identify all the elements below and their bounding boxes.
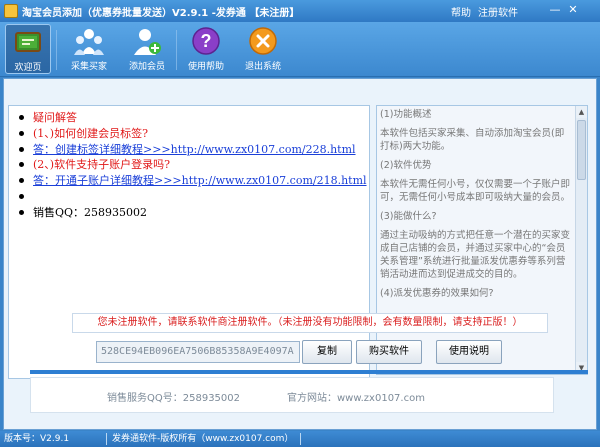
copy-button[interactable]: 复制 — [302, 340, 352, 364]
contact-info: 销售服务QQ号：258935002 官方网站：www.zx0107.com — [30, 377, 554, 413]
toolbar-exit-button[interactable]: 退出系统 — [240, 24, 286, 74]
status-divider — [300, 433, 301, 445]
register-notice: 您未注册软件，请联系软件商注册软件。（未注册没有功能限制，会有数量限制，请支持正… — [72, 313, 548, 333]
toolbar-collect-buyers-button[interactable]: 采集买家 — [64, 24, 114, 74]
close-window-icon[interactable]: ✕ — [566, 3, 580, 17]
faq-heading: 疑问解答 — [17, 110, 369, 126]
faq-empty-item — [17, 189, 369, 205]
intro-paragraph: (1)功能概述 — [380, 109, 432, 120]
toolbar-label: 退出系统 — [244, 62, 281, 72]
divider-bar — [30, 370, 588, 374]
machine-code-field[interactable]: 528CE94EB096EA7506B85358A9E4097A — [96, 341, 300, 363]
intro-paragraph: (2)软件优势 — [380, 160, 432, 171]
menu-help[interactable]: 帮助 — [451, 4, 471, 19]
home-board-icon — [15, 32, 41, 52]
intro-paragraph: (3)能做什么? — [380, 211, 437, 222]
faq-sales-qq: 销售QQ：258935002 — [17, 205, 369, 221]
toolbar: 欢迎页 采集买家 添加会员 ? 使用帮助 退出系统 — [0, 22, 600, 77]
copyright-text: 发券通软件-版权所有（www.zx0107.com） — [112, 434, 294, 444]
toolbar-label: 使用帮助 — [187, 62, 224, 72]
add-user-icon — [134, 29, 161, 55]
faq-list: 疑问解答 (1、)如何创建会员标签? 答：创建标签详细教程>>>http://w… — [9, 106, 369, 221]
menu-register[interactable]: 注册软件 — [478, 4, 518, 19]
website-text: 官方网站：www.zx0107.com — [287, 393, 425, 404]
version-text: 版本号：V2.9.1 — [4, 434, 70, 444]
svg-text:?: ? — [201, 31, 212, 51]
help-question-icon: ? — [192, 27, 220, 55]
sales-qq-text: 销售服务QQ号：258935002 — [107, 393, 241, 404]
intro-paragraph: 本软件包括买家采集、自动添加淘宝会员(即打标)两大功能。 — [380, 128, 565, 152]
toolbar-divider — [56, 30, 57, 70]
title-bar: 淘宝会员添加（优惠券批量发送）V2.9.1 -发券通 【未注册】 帮助 注册软件… — [0, 0, 600, 22]
toolbar-welcome-button[interactable]: 欢迎页 — [5, 24, 51, 74]
status-bar: 版本号：V2.9.1 发券通软件-版权所有（www.zx0107.com） — [0, 431, 600, 447]
intro-textbox[interactable]: (1)功能概述 本软件包括买家采集、自动添加淘宝会员(即打标)两大功能。 (2)… — [376, 105, 588, 375]
scroll-thumb[interactable] — [577, 120, 586, 180]
exit-icon — [249, 27, 277, 55]
buy-software-button[interactable]: 购买软件 — [356, 340, 422, 364]
faq-answer-link[interactable]: 答：开通子账户详细教程>>>http://www.zx0107.com/218.… — [17, 173, 369, 189]
window-title: 淘宝会员添加（优惠券批量发送）V2.9.1 -发券通 【未注册】 — [22, 8, 300, 19]
users-icon — [74, 29, 104, 55]
intro-paragraph: 本软件无需任何小号，仅仅需要一个子账户即可，无需任何小号成本即可吸纳大量的会员。 — [380, 179, 571, 203]
intro-paragraph: (4)派发优惠券的效果如何? — [380, 288, 494, 299]
intro-paragraph: 通过主动吸纳的方式把任意一个潜在的买家变成自己店铺的会员，并通过买家中心的“会员… — [380, 230, 571, 280]
status-divider — [106, 433, 107, 445]
faq-panel: 疑问解答 (1、)如何创建会员标签? 答：创建标签详细教程>>>http://w… — [8, 105, 370, 379]
faq-answer-link[interactable]: 答：创建标签详细教程>>>http://www.zx0107.com/228.h… — [17, 142, 369, 158]
scroll-up-icon[interactable]: ▲ — [576, 106, 587, 118]
minimize-icon[interactable]: — — [548, 3, 562, 17]
app-icon — [4, 4, 18, 18]
faq-question: (2、)软件支持子账户登录吗? — [17, 157, 369, 173]
toolbar-divider — [176, 30, 177, 70]
toolbar-add-member-button[interactable]: 添加会员 — [124, 24, 170, 74]
faq-question: (1、)如何创建会员标签? — [17, 126, 369, 142]
toolbar-label: 添加会员 — [128, 62, 165, 72]
toolbar-label: 欢迎页 — [14, 63, 42, 73]
toolbar-help-button[interactable]: ? 使用帮助 — [182, 24, 230, 74]
intro-scrollbar[interactable]: ▲ ▼ — [575, 106, 587, 374]
user-guide-button[interactable]: 使用说明 — [436, 340, 502, 364]
main-panel: 疑问解答 (1、)如何创建会员标签? 答：创建标签详细教程>>>http://w… — [3, 78, 597, 430]
toolbar-label: 采集买家 — [70, 62, 107, 72]
